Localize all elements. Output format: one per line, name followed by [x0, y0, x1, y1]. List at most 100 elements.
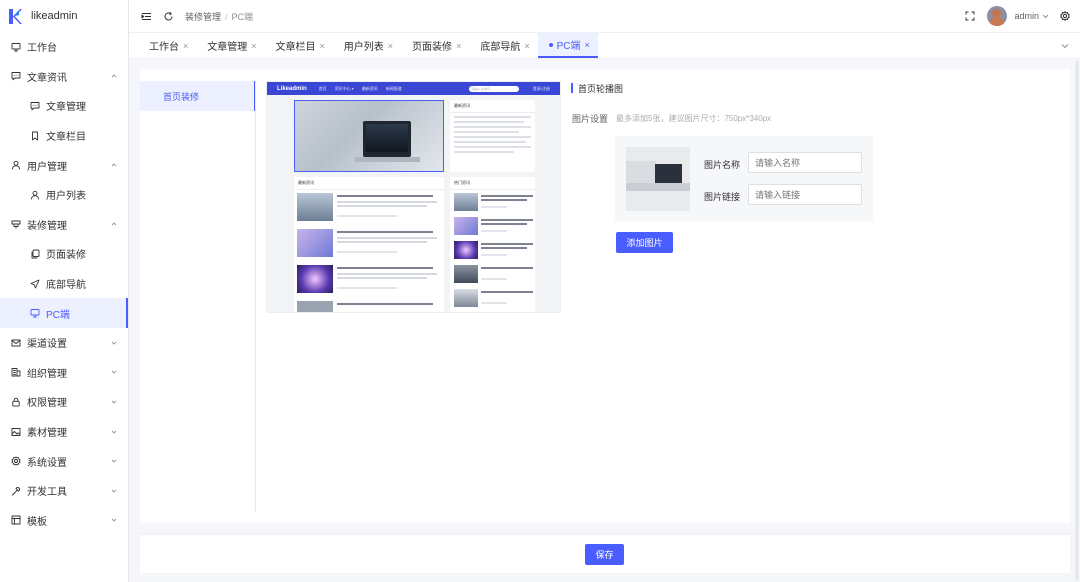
username: admin	[1014, 11, 1039, 21]
close-icon[interactable]: ×	[320, 41, 325, 51]
tab[interactable]: 工作台 ×	[138, 33, 196, 58]
chevron-down-icon	[111, 430, 117, 434]
chevron-up-icon	[111, 222, 117, 226]
close-icon[interactable]: ×	[585, 40, 590, 50]
lock-icon	[11, 397, 21, 407]
sidebar-item-label: 装修管理	[27, 220, 67, 232]
sidebar-item[interactable]: 装修管理	[0, 210, 128, 240]
top-right-tools: admin	[965, 0, 1070, 32]
tab-label: 用户列表	[343, 42, 384, 53]
page-menu-item-home[interactable]: 首页装修	[140, 81, 256, 111]
sidebar-item-label: 权限管理	[27, 398, 67, 410]
image-settings-label: 图片设置	[572, 114, 609, 124]
save-button[interactable]: 保存	[585, 544, 624, 565]
close-icon[interactable]: ×	[388, 41, 393, 51]
tool-icon	[11, 486, 21, 496]
chevron-down-icon	[111, 341, 117, 345]
sidebar-item[interactable]: 素材管理	[0, 417, 128, 447]
bookmark-icon	[30, 131, 40, 141]
preview-nav-link: 最新资讯	[361, 85, 378, 91]
sidebar-item[interactable]: PC端	[0, 298, 128, 328]
sidebar: likeadmin 工作台 文章资讯 文章管理 文章栏目 用户管理 用户列表 装…	[0, 0, 129, 582]
preview-login: 登录/注册	[532, 85, 550, 91]
sidebar-item-label: 模板	[27, 516, 47, 528]
chevron-down-icon	[111, 489, 117, 493]
image-name-input[interactable]	[748, 152, 862, 173]
preview-brand: Likeadmin	[277, 85, 307, 92]
carousel-image-thumb[interactable]	[626, 147, 690, 211]
add-image-button[interactable]: 添加图片	[616, 232, 673, 253]
copy-icon	[30, 249, 40, 259]
menu-fold-icon[interactable]	[141, 11, 152, 22]
close-icon[interactable]: ×	[183, 41, 188, 51]
image-name-label: 图片名称	[704, 160, 741, 170]
image-icon	[11, 427, 21, 437]
tab-label: 文章管理	[207, 42, 248, 53]
sidebar-item-label: 素材管理	[27, 428, 67, 440]
preview-nav-link: 新闻报道	[385, 85, 402, 91]
preview-banner[interactable]	[294, 100, 444, 172]
sidebar-item[interactable]: 底部导航	[0, 269, 128, 299]
message-square-icon	[30, 101, 40, 111]
sidebar-item-label: 页面装修	[46, 250, 86, 262]
tab-label: 工作台	[149, 42, 179, 53]
chevron-down-icon	[111, 371, 117, 374]
sidebar-item-label: 开发工具	[27, 487, 67, 499]
tab[interactable]: PC端 ×	[537, 33, 598, 58]
sidebar-item[interactable]: 用户管理	[0, 150, 128, 180]
sidebar-item[interactable]: 权限管理	[0, 387, 128, 417]
page-menu: 首页装修	[140, 81, 256, 111]
avatar[interactable]	[987, 6, 1008, 26]
gear-icon[interactable]	[1060, 11, 1070, 21]
close-icon[interactable]: ×	[524, 41, 529, 51]
sidebar-item[interactable]: 页面装修	[0, 239, 128, 269]
fullscreen-icon[interactable]	[965, 11, 975, 21]
sidebar-item[interactable]: 用户列表	[0, 180, 128, 210]
user-dropdown[interactable]: admin	[1014, 11, 1049, 21]
sidebar-item-label: 文章管理	[46, 102, 86, 114]
preview-search: 请输入关键词	[468, 85, 519, 92]
chevron-down-icon[interactable]	[1061, 42, 1069, 50]
refresh-icon[interactable]	[163, 11, 174, 22]
sidebar-item-label: 底部导航	[46, 280, 86, 292]
sidebar-item[interactable]: 文章资讯	[0, 62, 128, 92]
sidebar-item[interactable]: 模板	[0, 506, 128, 536]
carousel-settings: 首页轮播图 图片设置 最多添加5张，建议图片尺寸：750px*340px 图片名…	[571, 81, 873, 253]
template-icon	[11, 515, 21, 525]
breadcrumb-item[interactable]: 装修管理	[185, 12, 221, 22]
close-icon[interactable]: ×	[251, 41, 256, 51]
sidebar-item[interactable]: 工作台	[0, 32, 128, 62]
sidebar-item[interactable]: 文章管理	[0, 91, 128, 121]
image-link-input[interactable]	[748, 184, 862, 205]
sidebar-item-label: 渠道设置	[27, 339, 67, 351]
preview-latest-title: 最新资讯	[450, 100, 535, 113]
sidebar-item[interactable]: 开发工具	[0, 476, 128, 506]
sidebar-item-label: 组织管理	[27, 368, 67, 380]
gear-icon	[11, 456, 21, 466]
mail-icon	[11, 338, 21, 348]
user-icon	[30, 190, 40, 200]
app-logo[interactable]: likeadmin	[0, 0, 128, 32]
tab[interactable]: 底部导航 ×	[469, 33, 537, 58]
sidebar-item[interactable]: 文章栏目	[0, 121, 128, 151]
tabs-bar: 工作台 × 文章管理 × 文章栏目 × 用户列表 × 页面装修 × 底部导航 × PC端 ×	[129, 32, 1080, 59]
main-panel: 首页装修 Likeadmin 首页 资讯中心 ▾ 最新资讯 新闻报道 请输入关键…	[140, 69, 1070, 523]
chevron-down-icon	[111, 518, 117, 522]
page-scrollbar[interactable]	[1074, 59, 1080, 582]
sidebar-item-label: PC端	[46, 309, 70, 321]
sidebar-item-label: 工作台	[27, 43, 57, 55]
monitor-icon	[11, 42, 21, 52]
section-title: 首页轮播图	[571, 81, 623, 95]
breadcrumb-item-current: PC端	[231, 11, 254, 22]
close-icon[interactable]: ×	[456, 41, 461, 51]
tab[interactable]: 页面装修 ×	[401, 33, 469, 58]
tab[interactable]: 用户列表 ×	[333, 33, 401, 58]
sidebar-item[interactable]: 组织管理	[0, 358, 128, 388]
sidebar-item[interactable]: 渠道设置	[0, 328, 128, 358]
tab[interactable]: 文章栏目 ×	[265, 33, 333, 58]
breadcrumb-separator: /	[225, 11, 228, 22]
send-icon	[30, 279, 40, 289]
sidebar-item[interactable]: 系统设置	[0, 446, 128, 476]
tab[interactable]: 文章管理 ×	[196, 33, 264, 58]
tab-label: 页面装修	[412, 42, 453, 53]
